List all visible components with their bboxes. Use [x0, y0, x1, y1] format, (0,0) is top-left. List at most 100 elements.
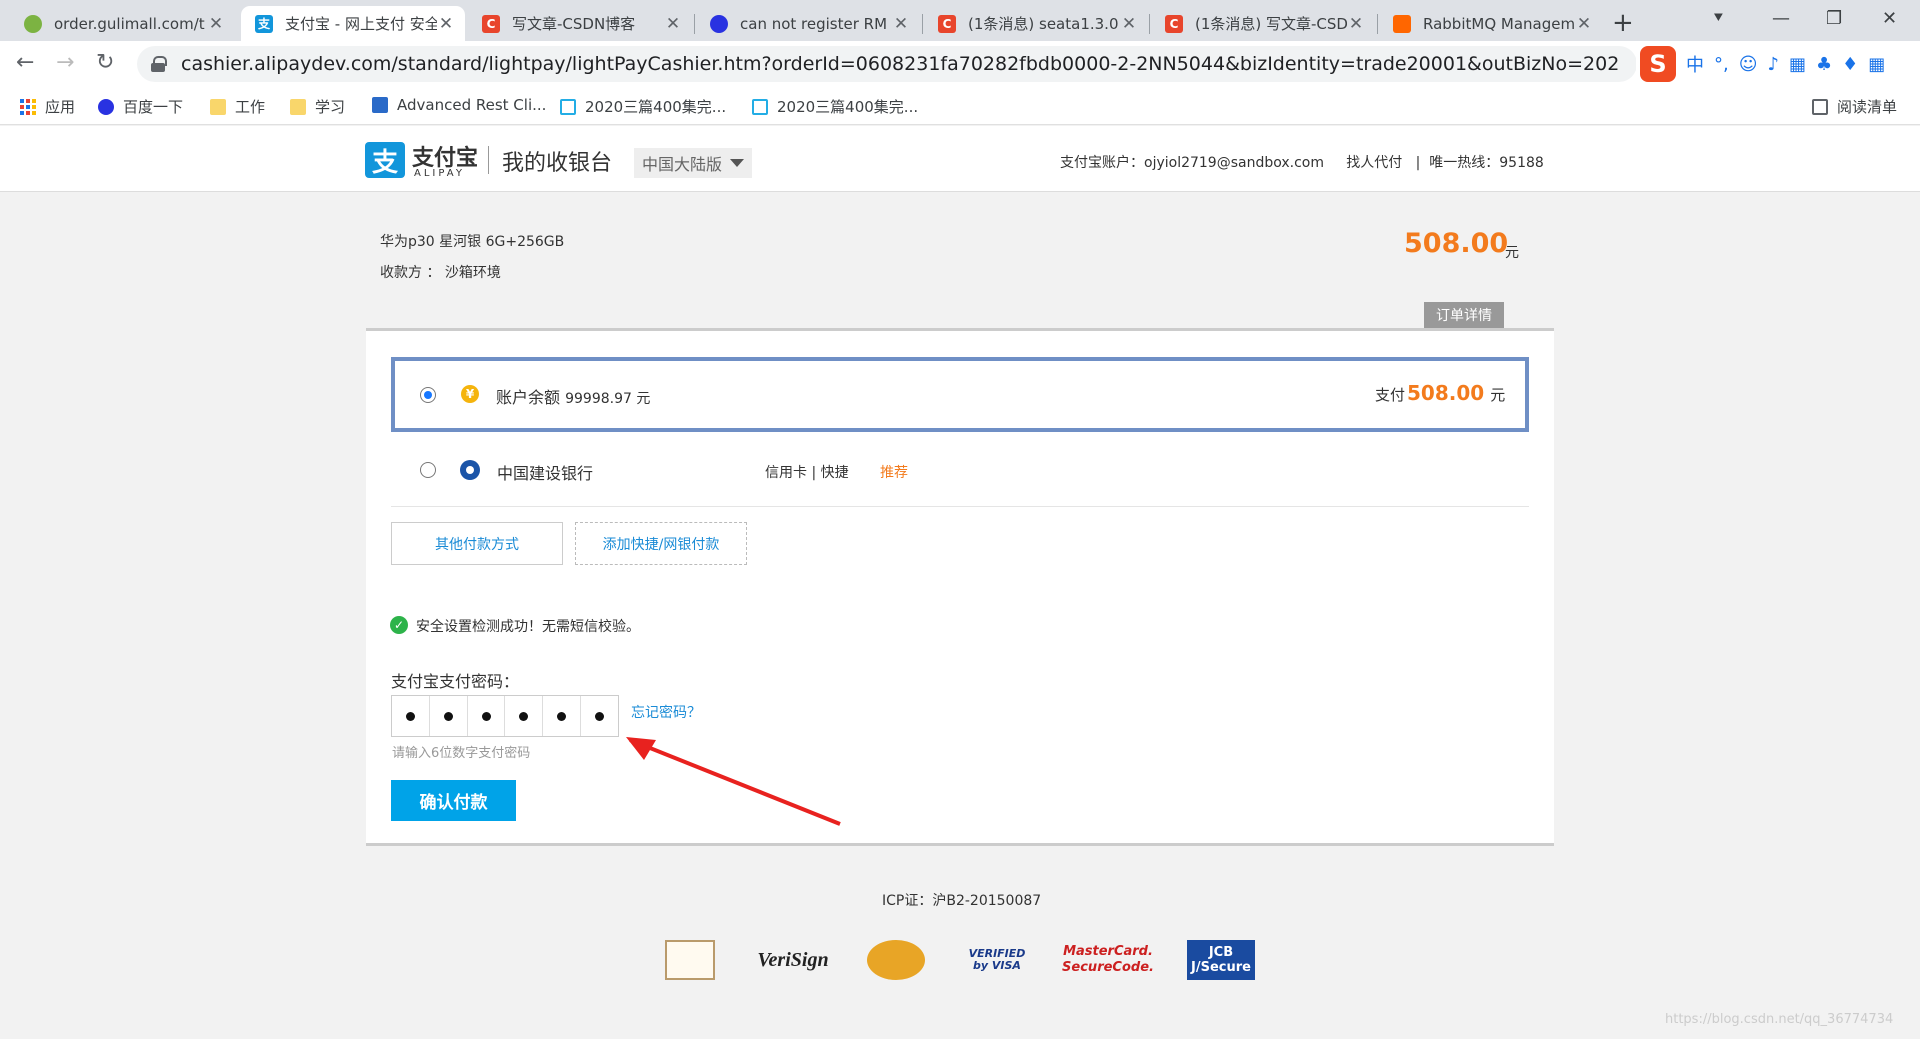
password-label: 支付宝支付密码： — [391, 672, 520, 691]
bookmark-baidu[interactable]: 百度一下 — [98, 96, 183, 117]
other-methods-button[interactable]: 其他付款方式 — [391, 522, 563, 565]
tab-separator — [1149, 14, 1150, 34]
ccb-radio[interactable] — [420, 462, 436, 478]
ime-emoji-icon[interactable]: ☺ — [1739, 54, 1758, 75]
restore-button[interactable]: ❐ — [1826, 8, 1842, 29]
bookmark-work[interactable]: 工作 — [210, 96, 265, 117]
tab-baidu[interactable]: can not register RM ✕ — [696, 6, 920, 41]
bookmark-arc[interactable]: Advanced Rest Cli... — [372, 96, 546, 114]
password-dot — [519, 711, 529, 721]
region-select[interactable]: 中国大陆版 — [634, 148, 753, 178]
new-tab-button[interactable]: + — [1612, 8, 1634, 38]
tab-title: RabbitMQ Managem — [1423, 14, 1575, 33]
password-dot — [557, 711, 567, 721]
tab-alipay[interactable]: 支 支付宝 - 网上支付 安全 ✕ — [241, 6, 465, 41]
close-icon[interactable]: ✕ — [1347, 14, 1365, 34]
account-email: ojyiol2719@sandbox.com — [1144, 155, 1325, 171]
baidu-paw-icon — [98, 98, 114, 115]
tab-title: (1条消息) seata1.3.0 — [968, 15, 1119, 33]
balance-radio[interactable] — [420, 387, 436, 403]
order-product-name: 华为p30 星河银 6G+256GB — [380, 234, 565, 250]
balance-amount: 99998.97 元 — [565, 391, 651, 407]
password-digit — [430, 696, 468, 736]
tab-seata[interactable]: C (1条消息) seata1.3.0 ✕ — [924, 6, 1148, 41]
verisign-badge: VeriSign — [757, 948, 829, 971]
sogou-ime-icon[interactable]: S — [1640, 46, 1676, 82]
browser-toolbar: ← → ↻ cashier.alipaydev.com/standard/lig… — [0, 41, 1920, 87]
chevron-down-icon — [730, 159, 745, 167]
ime-voice-icon[interactable]: ♪ — [1768, 54, 1780, 75]
reading-list[interactable]: 阅读清单 — [1812, 96, 1897, 117]
bookmark-bilibili-1[interactable]: 2020三篇400集完... — [560, 96, 726, 117]
confirm-pay-button[interactable]: 确认付款 — [391, 780, 516, 821]
pay-amount: 508.00 — [1407, 381, 1485, 405]
order-amount: 508.00 — [1404, 228, 1509, 259]
find-payer-link[interactable]: 找人代付 — [1346, 155, 1402, 171]
order-payee: 收款方 ： 沙箱环境 — [380, 265, 501, 281]
ime-skin-icon[interactable]: ♦ — [1842, 54, 1858, 75]
address-bar[interactable]: cashier.alipaydev.com/standard/lightpay/… — [137, 46, 1637, 82]
forward-icon[interactable]: → — [56, 50, 74, 75]
close-icon[interactable]: ✕ — [664, 14, 682, 34]
pay-unit: 元 — [1490, 386, 1506, 404]
reading-list-icon — [1812, 98, 1828, 115]
close-icon[interactable]: ✕ — [207, 14, 225, 34]
bookmark-apps[interactable]: 应用 — [20, 96, 75, 117]
tab-rabbitmq[interactable]: RabbitMQ Managem ✕ — [1379, 6, 1603, 41]
icp-license: ICP证：沪B2-20150087 — [882, 893, 1042, 909]
tab-title: can not register RM — [740, 14, 888, 33]
close-window-button[interactable]: ✕ — [1882, 8, 1897, 29]
ime-toolbox-icon[interactable]: ▦ — [1868, 54, 1885, 75]
bookmark-label: 应用 — [45, 98, 76, 116]
tab-search-icon[interactable]: ⯆ — [1712, 8, 1725, 28]
leaf-icon — [24, 14, 42, 33]
bookmark-bilibili-2[interactable]: 2020三篇400集完... — [752, 96, 918, 117]
add-method-button[interactable]: 添加快捷/网银付款 — [575, 522, 747, 565]
bookmark-label: 学习 — [315, 98, 346, 116]
csdn-icon: C — [938, 14, 956, 33]
close-icon[interactable]: ✕ — [1575, 14, 1593, 34]
bookmarks-bar: 应用 百度一下 工作 学习 Advanced Rest Cli... 2020三… — [0, 87, 1920, 125]
ime-punctuation-icon[interactable]: °, — [1714, 54, 1729, 75]
ime-keyboard-icon[interactable]: ▦ — [1789, 54, 1806, 75]
mastercard-securecode-badge: MasterCard. SecureCode. — [1062, 944, 1154, 975]
password-hint: 请输入6位数字支付密码 — [392, 746, 531, 761]
order-amount-unit: 元 — [1505, 245, 1519, 261]
reload-icon[interactable]: ↻ — [96, 50, 114, 75]
hotline-label: 唯一热线： — [1429, 155, 1500, 171]
close-icon[interactable]: ✕ — [437, 14, 455, 34]
watermark: https://blog.csdn.net/qq_36774734 — [1665, 1012, 1894, 1027]
balance-label-text: 账户余额 — [496, 388, 561, 407]
hotline-number: 95188 — [1499, 155, 1544, 171]
tab-csdn-msg[interactable]: C (1条消息) 写文章-CSD ✕ — [1151, 6, 1375, 41]
close-icon[interactable]: ✕ — [892, 14, 910, 34]
pay-prefix: 支付 — [1375, 386, 1406, 404]
reading-list-label: 阅读清单 — [1837, 98, 1898, 116]
ime-user-icon[interactable]: ♣ — [1816, 54, 1832, 75]
certificate-badge-icon — [665, 940, 715, 980]
tab-separator — [694, 14, 695, 34]
order-detail-button[interactable]: 订单详情 — [1424, 302, 1504, 328]
ime-toolbar: S 中 °, ☺ ♪ ▦ ♣ ♦ ▦ — [1636, 45, 1886, 83]
ccb-label[interactable]: 中国建设银行 — [497, 460, 593, 484]
ime-chinese-mode[interactable]: 中 — [1686, 51, 1704, 77]
bilibili-icon — [752, 98, 768, 115]
page-title: 我的收银台 — [502, 151, 613, 176]
bookmark-label: Advanced Rest Cli... — [397, 96, 547, 114]
tab-separator — [1377, 14, 1378, 34]
tab-csdn-write[interactable]: C 写文章-CSDN博客 ✕ — [468, 6, 692, 41]
cashier-header: 支 支付宝 ALIPAY 我的收银台 中国大陆版 支付宝账户：ojyiol271… — [0, 126, 1920, 192]
url-text[interactable]: cashier.alipaydev.com/standard/lightpay/… — [181, 53, 1621, 75]
back-icon[interactable]: ← — [16, 50, 34, 75]
tab-order[interactable]: order.gulimall.com/t ✕ — [10, 6, 235, 41]
minimize-button[interactable]: — — [1772, 8, 1790, 29]
csdn-icon: C — [482, 14, 500, 33]
forgot-password-link[interactable]: 忘记密码？ — [631, 702, 701, 722]
password-digit — [543, 696, 582, 736]
baidu-paw-icon — [710, 14, 728, 33]
password-input[interactable] — [391, 695, 619, 737]
check-circle-icon: ✓ — [390, 616, 408, 634]
bookmark-study[interactable]: 学习 — [290, 96, 345, 117]
balance-label: 账户余额 99998.97 元 — [496, 384, 650, 408]
close-icon[interactable]: ✕ — [1120, 14, 1138, 34]
